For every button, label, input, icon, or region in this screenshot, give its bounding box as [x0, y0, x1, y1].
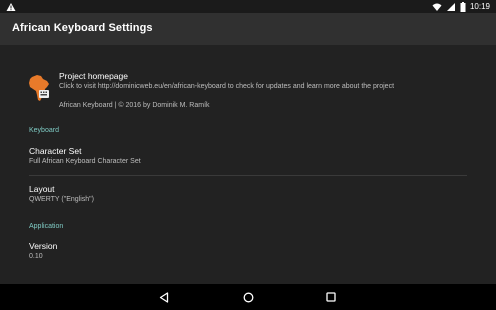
navigation-bar: [0, 284, 496, 310]
character-set-summary: Full African Keyboard Character Set: [29, 158, 141, 165]
recents-icon[interactable]: [325, 291, 337, 303]
back-icon[interactable]: [158, 291, 170, 303]
layout-title: Layout: [29, 184, 55, 194]
wifi-icon: [432, 2, 442, 12]
character-set-title: Character Set: [29, 146, 82, 156]
battery-icon: [460, 1, 466, 12]
project-homepage-summary: Click to visit http://dominicweb.eu/en/a…: [59, 83, 395, 90]
settings-list[interactable]: Project homepage Click to visit http://d…: [0, 45, 496, 284]
status-time: 10:19: [469, 2, 490, 11]
africa-keyboard-logo-icon: [28, 74, 50, 102]
status-bar: 10:19: [0, 0, 496, 13]
project-homepage-title: Project homepage: [59, 71, 128, 81]
version-preference[interactable]: Version 0.10: [29, 241, 469, 262]
warning-triangle-icon: [6, 2, 16, 12]
layout-preference[interactable]: Layout QWERTY ("English"): [29, 184, 469, 205]
app-bar: African Keyboard Settings: [0, 13, 496, 45]
character-set-preference[interactable]: Character Set Full African Keyboard Char…: [29, 146, 469, 167]
status-left: [6, 2, 16, 12]
layout-summary: QWERTY ("English"): [29, 196, 95, 203]
copyright-text: African Keyboard | © 2016 by Dominik M. …: [59, 102, 210, 109]
project-homepage-preference[interactable]: Project homepage Click to visit http://d…: [28, 71, 468, 111]
keyboard-category-header: Keyboard: [29, 127, 59, 134]
version-summary: 0.10: [29, 253, 43, 260]
signal-icon: [446, 2, 456, 12]
app-title: African Keyboard Settings: [12, 22, 153, 34]
status-right: 10:19: [432, 1, 490, 12]
version-title: Version: [29, 241, 58, 251]
screen: 10:19 African Keyboard Settings Project …: [0, 0, 496, 310]
divider: [29, 175, 467, 176]
home-icon[interactable]: [242, 291, 254, 303]
application-category-header: Application: [29, 223, 64, 230]
